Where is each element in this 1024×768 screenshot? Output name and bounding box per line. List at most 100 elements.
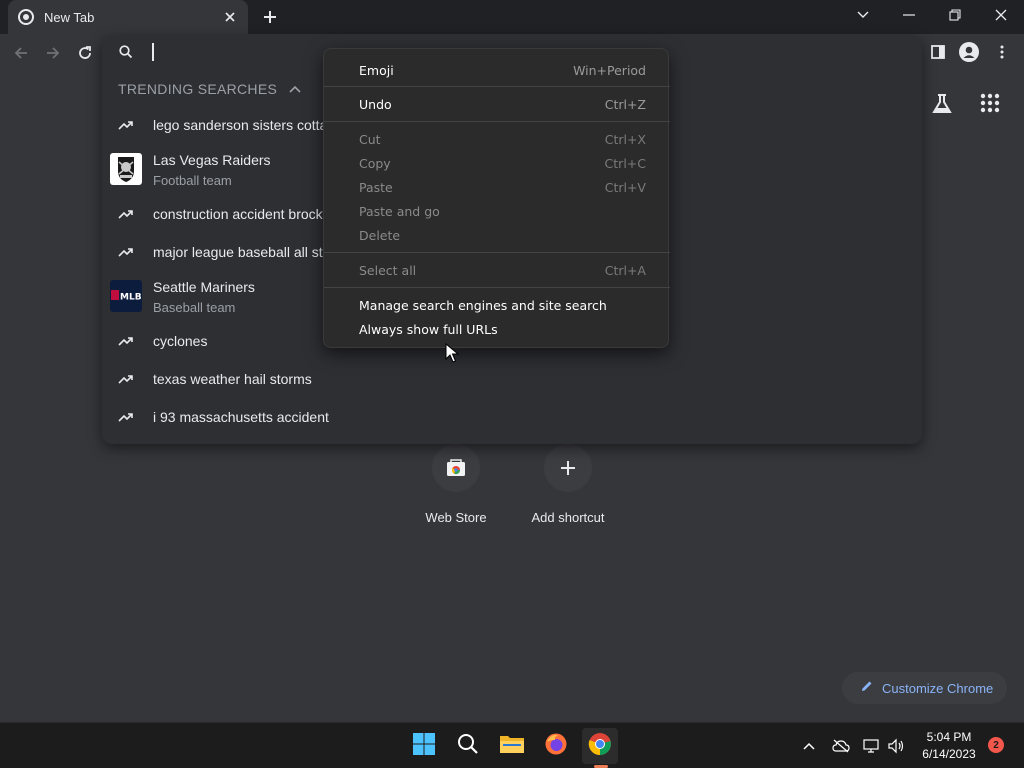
folder-icon xyxy=(499,733,525,760)
menu-item-select-all[interactable]: Select all Ctrl+A xyxy=(324,258,670,282)
customize-chrome-button[interactable]: Customize Chrome xyxy=(842,672,1007,704)
chevron-up-icon[interactable] xyxy=(289,85,301,93)
suggestion-text: texas weather hail storms xyxy=(153,371,312,387)
menu-item-emoji[interactable]: Emoji Win+Period xyxy=(324,58,670,82)
suggestion-text: lego sanderson sisters cottage xyxy=(153,117,343,133)
onedrive-icon[interactable] xyxy=(831,736,851,756)
google-apps-icon[interactable] xyxy=(980,93,1002,115)
menu-item-label: Emoji xyxy=(359,62,394,78)
restore-button[interactable] xyxy=(932,0,978,30)
menu-item-label: Delete xyxy=(359,227,401,243)
taskbar-search-button[interactable] xyxy=(450,728,486,764)
network-icon[interactable] xyxy=(862,736,882,756)
menu-item-label: Copy xyxy=(359,155,391,171)
suggestion-row[interactable]: i 93 massachusetts accident xyxy=(102,400,922,434)
text-cursor xyxy=(152,43,154,61)
kebab-menu-icon[interactable] xyxy=(992,42,1012,62)
windows-icon xyxy=(412,732,436,761)
suggestion-text: major league baseball all star xyxy=(153,244,336,260)
menu-item-delete[interactable]: Delete xyxy=(324,223,670,247)
notification-badge[interactable]: 2 xyxy=(988,737,1004,753)
tab-new-tab[interactable]: New Tab xyxy=(8,0,248,34)
trending-icon xyxy=(118,371,134,387)
clock-date: 6/14/2023 xyxy=(922,747,976,761)
chrome-taskbar-button[interactable] xyxy=(582,728,618,764)
plus-icon xyxy=(544,444,592,492)
reload-button[interactable] xyxy=(72,40,98,66)
back-button[interactable] xyxy=(8,40,34,66)
trending-icon xyxy=(118,244,134,260)
trending-icon xyxy=(118,117,134,133)
menu-item-shortcut: Ctrl+C xyxy=(604,155,646,171)
menu-item-label: Paste xyxy=(359,179,393,195)
menu-item-paste[interactable]: Paste Ctrl+V xyxy=(324,175,670,199)
close-window-button[interactable] xyxy=(978,0,1024,30)
close-tab-icon[interactable] xyxy=(222,9,238,25)
mlb-logo-icon: MLB xyxy=(110,280,142,312)
menu-item-label: Paste and go xyxy=(359,203,440,219)
shortcut-label: Add shortcut xyxy=(531,510,605,525)
trending-icon xyxy=(118,206,134,222)
chrome-icon xyxy=(18,9,34,25)
labs-icon[interactable] xyxy=(930,92,954,116)
menu-item-undo[interactable]: Undo Ctrl+Z xyxy=(324,92,670,116)
side-panel-icon[interactable] xyxy=(928,42,948,62)
menu-item-label: Select all xyxy=(359,262,417,278)
menu-item-label: Undo xyxy=(359,96,392,112)
pencil-icon xyxy=(860,679,874,698)
suggestion-text: i 93 massachusetts accident xyxy=(153,409,329,425)
customize-chrome-label: Customize Chrome xyxy=(882,680,994,696)
profile-icon[interactable] xyxy=(959,42,979,62)
trending-header-label: TRENDING SEARCHES xyxy=(118,81,278,97)
tab-search-icon[interactable] xyxy=(840,0,886,30)
menu-item-label: Always show full URLs xyxy=(359,321,498,337)
search-icon xyxy=(118,44,134,60)
forward-button[interactable] xyxy=(40,40,66,66)
menu-separator xyxy=(324,86,670,87)
trending-header[interactable]: TRENDING SEARCHES xyxy=(118,81,301,97)
volume-icon[interactable] xyxy=(886,736,906,756)
menu-item-shortcut: Ctrl+A xyxy=(604,262,646,278)
menu-separator xyxy=(324,121,670,122)
system-clock[interactable]: 5:04 PM 6/14/2023 xyxy=(916,729,982,763)
menu-item-shortcut: Win+Period xyxy=(573,62,646,78)
suggestion-row[interactable]: texas weather hail storms xyxy=(102,362,922,396)
menu-item-always-show-full-urls[interactable]: Always show full URLs xyxy=(324,317,670,341)
suggestion-subtitle: Baseball team xyxy=(153,300,236,315)
svg-text:MLB: MLB xyxy=(120,293,142,303)
tab-title: New Tab xyxy=(44,9,95,25)
file-explorer-button[interactable] xyxy=(494,728,530,764)
taskbar: 5:04 PM 6/14/2023 2 xyxy=(0,722,1024,768)
start-button[interactable] xyxy=(406,728,442,764)
menu-separator xyxy=(324,252,670,253)
mouse-pointer-icon xyxy=(445,342,460,363)
search-icon xyxy=(457,733,479,760)
shortcut-web-store[interactable]: Web Store xyxy=(400,444,512,534)
minimize-button[interactable] xyxy=(886,0,932,30)
menu-item-paste-and-go[interactable]: Paste and go xyxy=(324,199,670,223)
tab-strip: New Tab xyxy=(0,0,1024,34)
add-shortcut-button[interactable]: Add shortcut xyxy=(512,444,624,534)
suggestion-text: cyclones xyxy=(153,333,208,349)
menu-item-copy[interactable]: Copy Ctrl+C xyxy=(324,151,670,175)
suggestion-title: Las Vegas Raiders xyxy=(153,152,271,168)
menu-item-label: Cut xyxy=(359,131,381,147)
shortcut-label: Web Store xyxy=(425,510,487,525)
suggestion-subtitle: Football team xyxy=(153,173,232,188)
menu-separator xyxy=(324,287,670,288)
menu-item-shortcut: Ctrl+X xyxy=(604,131,646,147)
menu-item-cut[interactable]: Cut Ctrl+X xyxy=(324,127,670,151)
chevron-up-icon[interactable] xyxy=(799,736,819,756)
suggestion-text: construction accident brockton xyxy=(153,206,343,222)
firefox-icon xyxy=(544,732,568,761)
menu-item-shortcut: Ctrl+V xyxy=(604,179,646,195)
chrome-icon xyxy=(588,732,612,761)
suggestion-title: Seattle Mariners xyxy=(153,279,255,295)
menu-item-manage-search-engines[interactable]: Manage search engines and site search xyxy=(324,293,670,317)
menu-item-shortcut: Ctrl+Z xyxy=(604,96,646,112)
firefox-button[interactable] xyxy=(538,728,574,764)
web-store-icon xyxy=(432,444,480,492)
context-menu: Emoji Win+Period Undo Ctrl+Z Cut Ctrl+X … xyxy=(323,48,670,348)
trending-icon xyxy=(118,409,134,425)
new-tab-button[interactable] xyxy=(258,5,282,29)
